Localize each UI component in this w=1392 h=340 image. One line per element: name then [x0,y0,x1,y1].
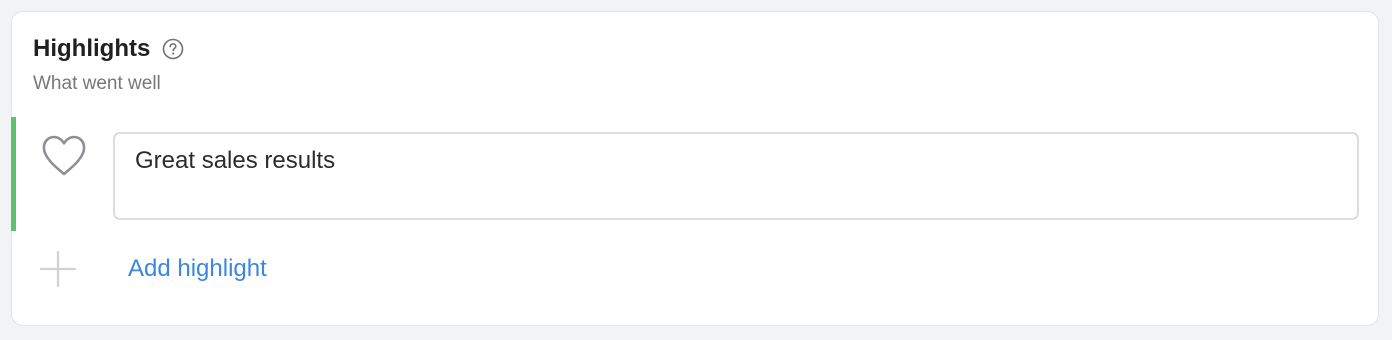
add-highlight-row[interactable]: Add highlight [39,250,267,288]
heart-icon[interactable] [39,133,89,179]
add-highlight-link[interactable]: Add highlight [128,254,267,284]
question-circle-icon[interactable] [161,37,185,61]
highlight-accent-bar [11,117,16,231]
section-title: Highlights [33,35,151,62]
section-subtitle: What went well [33,73,161,94]
plus-icon[interactable] [39,250,77,288]
section-header: Highlights [33,34,185,64]
highlight-item: Great sales results [11,117,1379,231]
highlight-text-field[interactable]: Great sales results [113,132,1359,220]
highlights-card: Highlights What went well Great sales re… [11,11,1379,326]
